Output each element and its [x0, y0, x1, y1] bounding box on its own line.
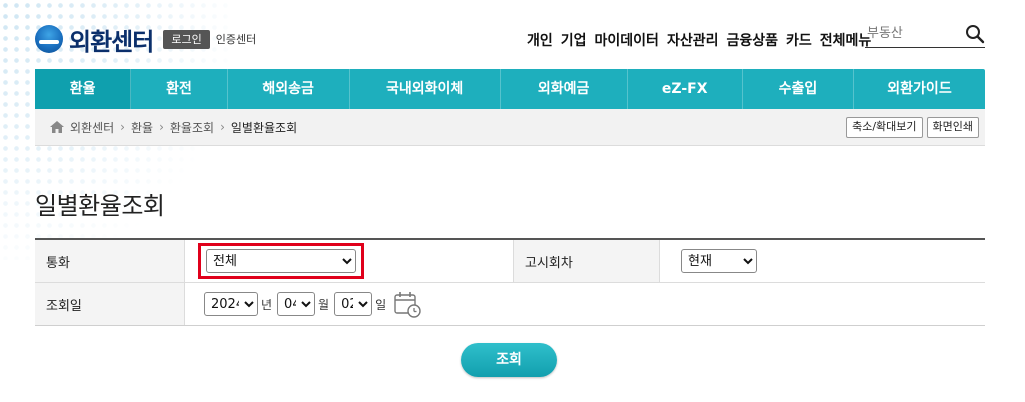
mainnav-domestic-transfer[interactable]: 국내외화이체 [350, 69, 501, 109]
notice-round-cell: 현재 [660, 240, 985, 282]
year-select[interactable]: 2024 [204, 292, 258, 316]
topnav-personal[interactable]: 개인 [527, 30, 553, 50]
lookup-form: 통화 전체 고시회차 현재 조회일 2024 년 04 월 02 일 [35, 238, 985, 326]
topnav-all-menu[interactable]: 전체메뉴 [820, 30, 872, 50]
topnav-products[interactable]: 금융상품 [726, 30, 778, 50]
month-unit: 월 [318, 297, 330, 312]
calendar-icon[interactable] [393, 290, 421, 318]
day-unit: 일 [375, 297, 387, 312]
topnav-card[interactable]: 카드 [786, 30, 812, 50]
search-box [865, 22, 985, 48]
topnav-mydata[interactable]: 마이데이터 [595, 30, 659, 50]
home-icon[interactable] [50, 121, 64, 133]
topnav-asset[interactable]: 자산관리 [667, 30, 719, 50]
month-select[interactable]: 04 [277, 292, 316, 316]
header: 외환센터 로그인 인증센터 개인 기업 마이데이터 자산관리 금융상품 카드 전… [35, 18, 985, 58]
logo-icon [35, 25, 63, 53]
currency-label: 통화 [35, 240, 185, 282]
search-icon[interactable] [965, 24, 985, 44]
mainnav-remittance[interactable]: 해외송금 [228, 69, 350, 109]
main-navigation: 환율 환전 해외송금 국내외화이체 외화예금 eZ-FX 수출입 외환가이드 [35, 69, 985, 109]
cert-center-link[interactable]: 인증센터 [216, 31, 256, 47]
notice-round-label: 고시회차 [513, 240, 660, 282]
breadcrumb: 외환센터 › 환율 › 환율조회 › 일별환율조회 [50, 109, 297, 145]
mainnav-trade[interactable]: 수출입 [743, 69, 854, 109]
breadcrumb-rate[interactable]: 환율 [131, 119, 153, 136]
breadcrumb-separator-icon: › [159, 120, 164, 134]
breadcrumb-separator-icon: › [220, 120, 225, 134]
page-title: 일별환율조회 [35, 192, 165, 221]
form-row-currency: 통화 전체 고시회차 현재 [35, 240, 985, 282]
print-button[interactable]: 화면인쇄 [926, 117, 979, 138]
login-button[interactable]: 로그인 [163, 29, 210, 49]
breadcrumb-separator-icon: › [120, 120, 125, 134]
currency-select[interactable]: 전체 [206, 249, 356, 273]
breadcrumb-rate-lookup[interactable]: 환율조회 [170, 119, 214, 136]
top-navigation: 개인 기업 마이데이터 자산관리 금융상품 카드 전체메뉴 [527, 30, 871, 50]
currency-cell: 전체 [185, 240, 513, 282]
date-day: 02 일 [334, 292, 391, 316]
submit-button[interactable]: 조회 [461, 343, 557, 377]
year-unit: 년 [261, 297, 273, 312]
notice-round-select[interactable]: 현재 [681, 249, 757, 273]
form-row-date: 조회일 2024 년 04 월 02 일 [35, 282, 985, 325]
date-label: 조회일 [35, 283, 185, 325]
search-input[interactable] [865, 22, 961, 45]
breadcrumb-bar: 외환센터 › 환율 › 환율조회 › 일별환율조회 축소/확대보기 화면인쇄 [35, 109, 985, 146]
date-cell: 2024 년 04 월 02 일 [185, 283, 985, 325]
zoom-button[interactable]: 축소/확대보기 [846, 117, 923, 138]
day-select[interactable]: 02 [334, 292, 373, 316]
mainnav-guide[interactable]: 외환가이드 [854, 69, 985, 109]
highlight-box: 전체 [198, 243, 364, 279]
date-month: 04 월 [277, 292, 334, 316]
date-year: 2024 년 [204, 292, 277, 316]
mainnav-ezfx[interactable]: eZ-FX [628, 69, 743, 109]
breadcrumb-fx-center[interactable]: 외환센터 [70, 119, 114, 136]
page-tools: 축소/확대보기 화면인쇄 [846, 117, 979, 138]
mainnav-rate[interactable]: 환율 [35, 69, 132, 109]
logo[interactable]: 외환센터 로그인 인증센터 [35, 24, 256, 56]
topnav-corporate[interactable]: 기업 [561, 30, 587, 50]
mainnav-exchange[interactable]: 환전 [131, 69, 228, 109]
breadcrumb-current: 일별환율조회 [230, 120, 298, 135]
mainnav-deposit[interactable]: 외화예금 [501, 69, 628, 109]
logo-text: 외환센터 [69, 27, 154, 56]
